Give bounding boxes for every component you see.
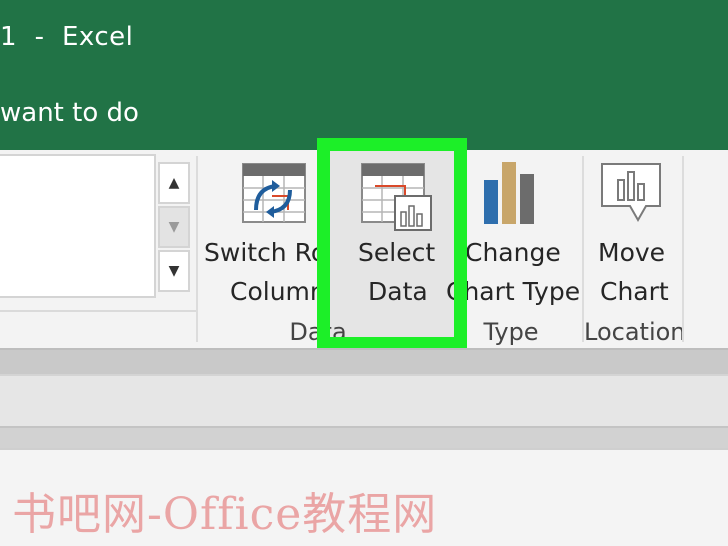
gallery-divider [0, 310, 196, 312]
tell-me-search[interactable]: want to do [0, 98, 139, 128]
select-data-button[interactable]: Select Data [327, 150, 457, 335]
move-chart-button[interactable]: Move Chart [584, 150, 680, 335]
gallery-scroll-down-button[interactable]: ▼ [158, 206, 190, 248]
formula-bar[interactable] [0, 374, 728, 426]
switch-row-column-label-line1: Switch Row/ [204, 238, 356, 267]
change-chart-type-label-line1: Change [465, 238, 561, 267]
change-chart-type-button[interactable]: Change Chart Type [446, 150, 582, 335]
window-title: 1 - Excel [0, 22, 134, 52]
group-label-type: Type [483, 318, 539, 346]
watermark: 书吧网-Office教程网 [12, 489, 438, 540]
group-label-location: Location [584, 318, 686, 346]
gallery-more-button[interactable]: ▼ [158, 250, 190, 292]
group-label-data: Data [289, 318, 347, 346]
move-chart-icon [600, 162, 664, 228]
ribbon-bottom-band [0, 348, 728, 374]
chart-styles-gallery[interactable] [0, 154, 156, 298]
switch-row-column-button[interactable]: Switch Row/ Column [198, 150, 355, 335]
ribbon: ▲ ▼ ▼ Switch Row/ Column Select Data Dat… [0, 150, 728, 348]
switch-row-column-icon [242, 162, 308, 228]
change-chart-type-icon [482, 160, 542, 230]
group-separator [682, 156, 684, 342]
title-bar: 1 - Excel want to do [0, 0, 728, 150]
gallery-scroll-up-button[interactable]: ▲ [158, 162, 190, 204]
gallery-scroll: ▲ ▼ ▼ [156, 150, 192, 298]
select-data-icon [361, 162, 433, 236]
move-chart-label-line1: Move [598, 238, 666, 267]
column-header-band [0, 426, 728, 448]
change-chart-type-label-line2: Chart Type [446, 277, 581, 306]
